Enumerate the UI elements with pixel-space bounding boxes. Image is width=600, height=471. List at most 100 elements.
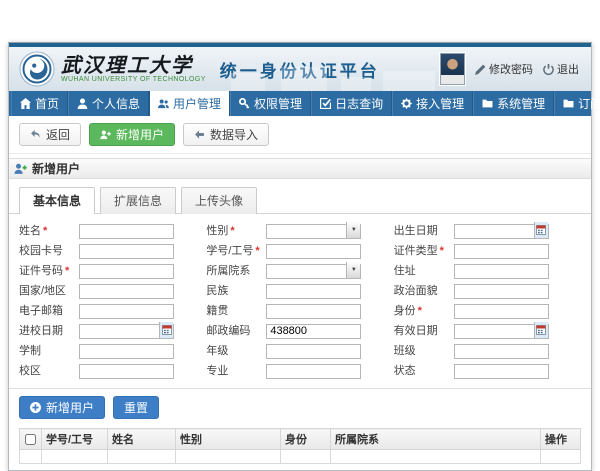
political-status-input[interactable] <box>454 284 549 299</box>
valid-date-calendar-button[interactable] <box>534 322 548 338</box>
add-user-icon <box>100 129 111 140</box>
email-input[interactable] <box>79 304 174 319</box>
submit-add-user-button[interactable]: 新增用户 <box>19 396 105 419</box>
nav-item-label: 系统管理 <box>497 95 545 112</box>
country-region-field-group: 国家/地区 <box>19 281 206 299</box>
calendar-icon <box>162 325 172 335</box>
campus-card-field-group: 校园卡号 <box>19 241 206 259</box>
table-empty-cell <box>20 450 42 464</box>
grade-input[interactable] <box>266 344 361 359</box>
major-input[interactable] <box>266 364 361 379</box>
email-field-group: 电子邮箱 <box>19 301 206 319</box>
nav-item-log-query[interactable]: 日志查询 <box>311 91 392 116</box>
nav-item-label: 日志查询 <box>335 95 383 112</box>
nav-item-label: 个人信息 <box>92 95 140 112</box>
class-label: 班级 <box>394 342 454 358</box>
toolbar-add-user-button[interactable]: 新增用户 <box>89 123 175 146</box>
gender-label: 性别* <box>206 222 266 238</box>
tab-basic-info[interactable]: 基本信息 <box>19 187 95 214</box>
nav-item-profile[interactable]: 个人信息 <box>68 91 149 116</box>
nav-item-user-management[interactable]: 用户管理 <box>149 91 230 116</box>
form-row: 校区专业状态 <box>19 361 581 379</box>
calendar-icon <box>536 225 546 235</box>
campus-card-input[interactable] <box>79 244 174 259</box>
reset-button[interactable]: 重置 <box>113 396 159 419</box>
table-column-header: 身份 <box>281 429 331 450</box>
address-label: 住址 <box>394 262 454 278</box>
logout-link[interactable]: 退出 <box>543 61 579 77</box>
data-import-label: 数据导入 <box>210 126 258 143</box>
address-field-group: 住址 <box>394 261 581 279</box>
change-password-label: 修改密码 <box>489 61 533 77</box>
study-length-field-group: 学制 <box>19 341 206 359</box>
id-number-input[interactable] <box>79 264 174 279</box>
user-table: 学号/工号姓名性别身份所属院系操作 <box>19 428 581 464</box>
postal-code-input[interactable] <box>266 324 361 339</box>
users-icon <box>158 98 169 109</box>
nav-item-system-management[interactable]: 系统管理 <box>473 91 554 116</box>
native-place-input[interactable] <box>266 304 361 319</box>
table-empty-cell <box>331 450 541 464</box>
back-button[interactable]: 返回 <box>19 123 81 146</box>
nav-item-permission-management[interactable]: 权限管理 <box>230 91 311 116</box>
person-icon <box>77 98 88 109</box>
ethnicity-input[interactable] <box>266 284 361 299</box>
enroll-date-calendar-button[interactable] <box>159 322 173 338</box>
required-marker: * <box>65 265 69 277</box>
enroll-date-label: 进校日期 <box>19 322 79 338</box>
postal-code-field-group: 邮政编码 <box>206 321 393 339</box>
address-input[interactable] <box>454 264 549 279</box>
birth-date-field-group: 出生日期 <box>394 221 581 239</box>
department-label: 所属院系 <box>206 262 266 278</box>
department-dropdown-button[interactable]: ▼ <box>346 262 360 278</box>
university-name: 武汉理工大学 <box>61 55 206 76</box>
class-input[interactable] <box>454 344 549 359</box>
status-input[interactable] <box>454 364 549 379</box>
content-area: 返回 新增用户 数据导入 新增用户 基本信息扩展信息上传头像 姓名*性别*▼出生… <box>9 116 591 470</box>
select-all-checkbox[interactable] <box>25 434 36 445</box>
form-tabstrip: 基本信息扩展信息上传头像 <box>9 179 591 214</box>
birth-date-calendar-button[interactable] <box>534 222 548 238</box>
form-row: 证件号码*所属院系▼住址 <box>19 261 581 279</box>
toolbar-add-user-label: 新增用户 <box>116 126 164 143</box>
table-empty-cell <box>176 450 281 464</box>
campus-input[interactable] <box>79 364 174 379</box>
nav-item-access-management[interactable]: 接入管理 <box>392 91 473 116</box>
change-password-link[interactable]: 修改密码 <box>475 61 533 77</box>
nav-item-label: 权限管理 <box>254 95 302 112</box>
enroll-date-field-group: 进校日期 <box>19 321 206 339</box>
table-column-header: 姓名 <box>108 429 176 450</box>
data-import-button[interactable]: 数据导入 <box>183 123 269 146</box>
identity-input[interactable] <box>454 304 549 319</box>
table-empty-cell <box>541 450 581 464</box>
key-icon <box>239 98 250 109</box>
id-type-input[interactable] <box>454 244 549 259</box>
student-id-input[interactable] <box>266 244 361 259</box>
gear-icon <box>401 98 412 109</box>
id-type-label: 证件类型* <box>394 242 454 258</box>
gender-dropdown-button[interactable]: ▼ <box>346 222 360 238</box>
nav-item-home[interactable]: 首页 <box>11 91 68 116</box>
major-field-group: 专业 <box>206 361 393 379</box>
required-marker: * <box>255 245 259 257</box>
table-column-header: 操作 <box>541 429 581 450</box>
app-header: 武汉理工大学 WUHAN UNIVERSITY OF TECHNOLOGY 统一… <box>9 47 591 91</box>
id-type-field-group: 证件类型* <box>394 241 581 259</box>
reset-button-label: 重置 <box>124 399 148 416</box>
major-label: 专业 <box>206 362 266 378</box>
nav-item-label: 用户管理 <box>173 95 221 112</box>
study-length-input[interactable] <box>79 344 174 359</box>
table-empty-row <box>20 450 581 464</box>
country-region-input[interactable] <box>79 284 174 299</box>
political-status-field-group: 政治面貌 <box>394 281 581 299</box>
name-label: 姓名* <box>19 222 79 238</box>
name-input[interactable] <box>79 224 174 239</box>
gender-field-group: 性别* ▼ <box>206 221 393 239</box>
tab-upload-avatar[interactable]: 上传头像 <box>181 187 257 214</box>
tab-extended-info[interactable]: 扩展信息 <box>100 187 176 214</box>
required-marker: * <box>43 225 47 237</box>
nav-item-subscription-management[interactable]: 订阅管理 <box>554 91 600 116</box>
power-icon <box>543 64 554 75</box>
table-empty-cell <box>108 450 176 464</box>
add-user-section-icon <box>14 163 27 174</box>
